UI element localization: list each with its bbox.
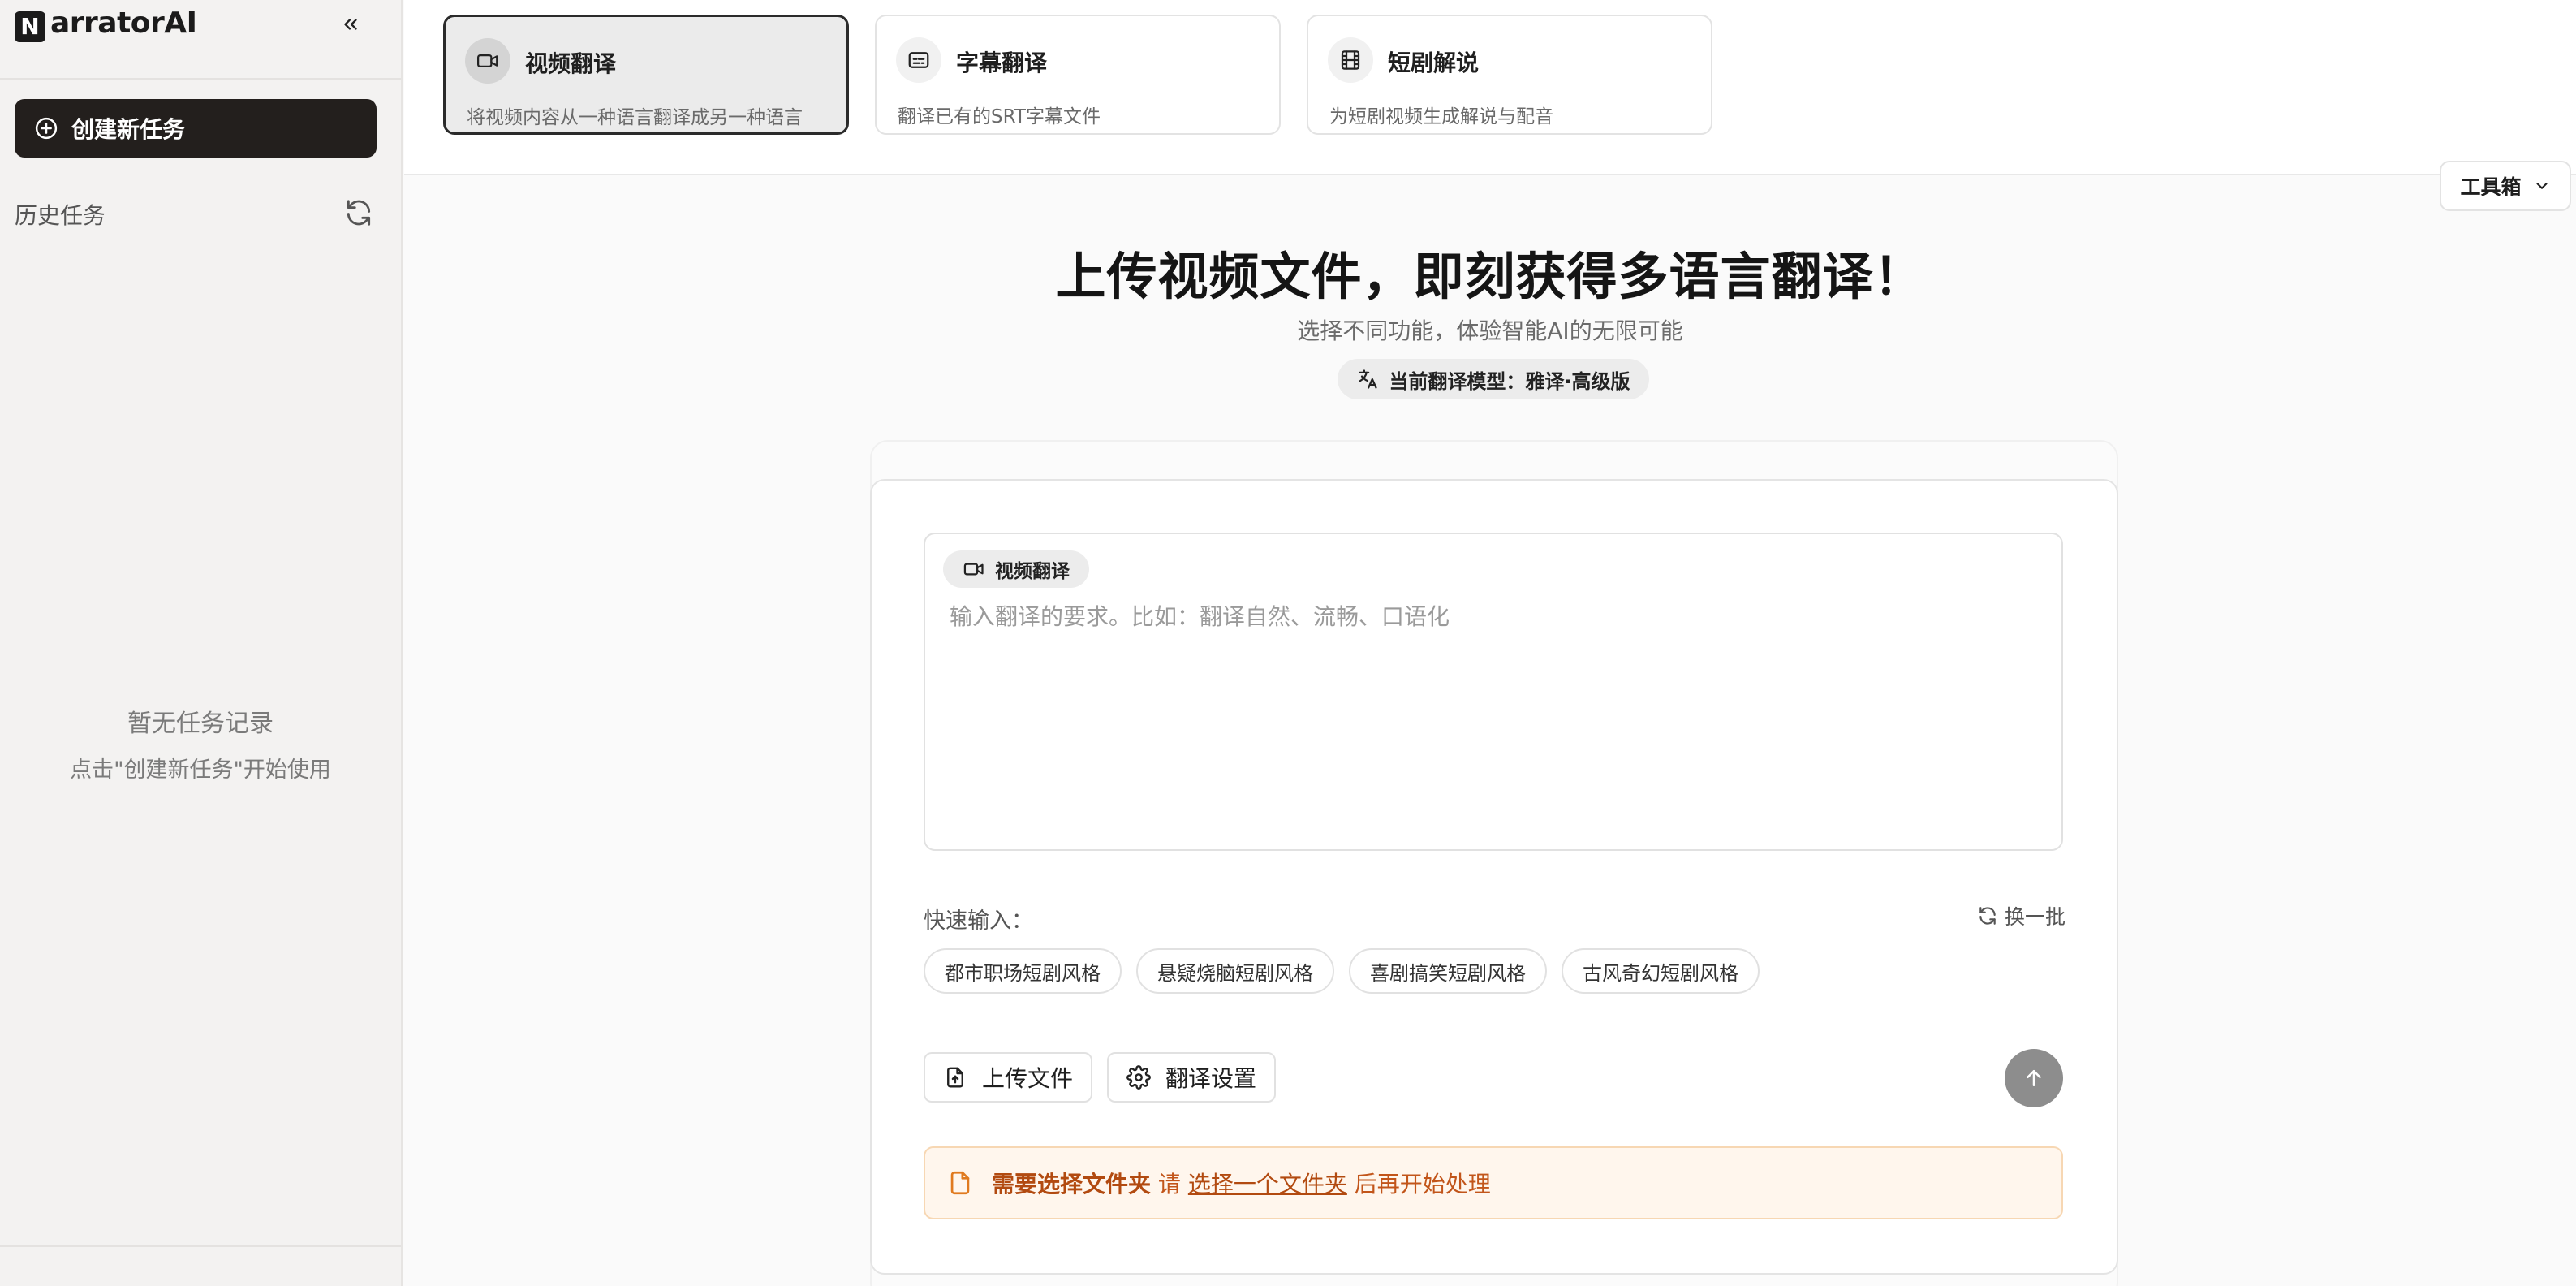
swap-suggestions-label: 换一批 (2005, 905, 2066, 929)
function-card-video-translation[interactable]: 视频翻译 将视频内容从一种语言翻译成另一种语言 (443, 15, 849, 135)
film-icon (1341, 50, 1360, 70)
translation-panel: 视频翻译 快速输入： 换一批 都市职场短剧风格 悬疑烧脑短剧风格 喜剧搞笑短剧风… (870, 479, 2118, 1275)
sidebar-header: N arratorAI (0, 0, 401, 80)
requirement-input-box: 视频翻译 (924, 533, 2063, 851)
function-card-desc: 将视频内容从一种语言翻译成另一种语言 (467, 107, 803, 128)
empty-state-title: 暂无任务记录 (127, 710, 274, 738)
translation-model-badge: 当前翻译模型：雅译·高级版 (1338, 359, 1649, 399)
function-card-desc: 翻译已有的SRT字幕文件 (898, 106, 1101, 127)
mode-chip-video-translation[interactable]: 视频翻译 (943, 550, 1089, 588)
function-card-icon-wrap (896, 37, 941, 83)
translation-settings-button[interactable]: 翻译设置 (1107, 1052, 1277, 1103)
translation-requirement-input[interactable] (950, 599, 2037, 835)
select-folder-link[interactable]: 选择一个文件夹 (1188, 1171, 1347, 1198)
notice-title: 需要选择文件夹 (992, 1171, 1152, 1198)
quick-chip[interactable]: 悬疑烧脑短剧风格 (1136, 948, 1334, 994)
mode-chip-label: 视频翻译 (995, 561, 1070, 582)
function-bar: 视频翻译 将视频内容从一种语言翻译成另一种语言 字幕翻译 翻译已有的SRT字幕文… (404, 0, 2576, 175)
plus-circle-icon (35, 117, 58, 140)
collapse-sidebar-button[interactable] (334, 8, 367, 41)
submit-button[interactable] (2005, 1049, 2063, 1107)
logo-badge: N (15, 11, 45, 42)
function-card-icon-wrap (1328, 37, 1373, 83)
double-chevron-left-icon (344, 19, 357, 30)
notice-text-pre: 请 (1157, 1171, 1181, 1198)
swap-suggestions-button[interactable]: 换一批 (1977, 900, 2066, 932)
function-card-drama-commentary[interactable]: 短剧解说 为短剧视频生成解说与配音 (1307, 15, 1712, 135)
empty-state-hint: 点击"创建新任务"开始使用 (70, 757, 331, 783)
video-camera-icon (477, 54, 498, 67)
chevron-down-icon (2535, 183, 2548, 189)
file-icon (950, 1171, 970, 1195)
sidebar-footer-divider (0, 1245, 401, 1247)
refresh-icon (1979, 907, 1996, 925)
app-root: N arratorAI 创建新任务 历史任务 暂无任务记录 点击"创建新任务"开… (0, 0, 2576, 1286)
quick-input-label: 快速输入： (924, 908, 1033, 934)
function-card-title: 字幕翻译 (956, 50, 1048, 76)
upload-file-label: 上传文件 (982, 1065, 1074, 1092)
create-new-task-label: 创建新任务 (71, 116, 186, 143)
toolbox-dropdown-button[interactable]: 工具箱 (2440, 161, 2571, 211)
refresh-history-button[interactable] (341, 195, 377, 231)
video-camera-icon (963, 563, 984, 576)
function-card-subtitle-translation[interactable]: 字幕翻译 翻译已有的SRT字幕文件 (875, 15, 1281, 135)
arrow-up-icon (2027, 1070, 2041, 1086)
notice-text-post: 后再开始处理 (1354, 1171, 1491, 1198)
page-subtitle: 选择不同功能，体验智能AI的无限可能 (1297, 317, 1683, 344)
folder-required-notice: 需要选择文件夹 请 选择一个文件夹 后再开始处理 (924, 1146, 2063, 1219)
function-card-desc: 为短剧视频生成解说与配音 (1329, 106, 1553, 127)
upload-file-button[interactable]: 上传文件 (924, 1052, 1093, 1103)
history-tasks-label: 历史任务 (15, 202, 106, 229)
translation-settings-label: 翻译设置 (1165, 1065, 1257, 1092)
logo-text: arratorAI (50, 6, 197, 40)
page-title: 上传视频文件，即刻获得多语言翻译！ (1055, 247, 1925, 306)
quick-chip[interactable]: 喜剧搞笑短剧风格 (1349, 948, 1547, 994)
function-card-title: 视频翻译 (525, 50, 617, 77)
refresh-icon (347, 200, 371, 226)
translate-icon (1359, 369, 1378, 389)
quick-chip[interactable]: 都市职场短剧风格 (924, 948, 1122, 994)
quick-input-chips: 都市职场短剧风格 悬疑烧脑短剧风格 喜剧搞笑短剧风格 古风奇幻短剧风格 (924, 948, 1760, 994)
function-card-title: 短剧解说 (1388, 50, 1480, 76)
sidebar: N arratorAI 创建新任务 历史任务 暂无任务记录 点击"创建新任务"开… (0, 0, 403, 1286)
toolbox-label: 工具箱 (2460, 175, 2522, 199)
create-new-task-button[interactable]: 创建新任务 (15, 99, 377, 158)
file-upload-icon (947, 1067, 963, 1088)
quick-chip[interactable]: 古风奇幻短剧风格 (1562, 948, 1760, 994)
gear-icon (1126, 1065, 1151, 1090)
function-card-icon-wrap (465, 38, 510, 84)
subtitles-icon (908, 52, 929, 68)
translation-model-text: 当前翻译模型：雅译·高级版 (1389, 369, 1630, 393)
